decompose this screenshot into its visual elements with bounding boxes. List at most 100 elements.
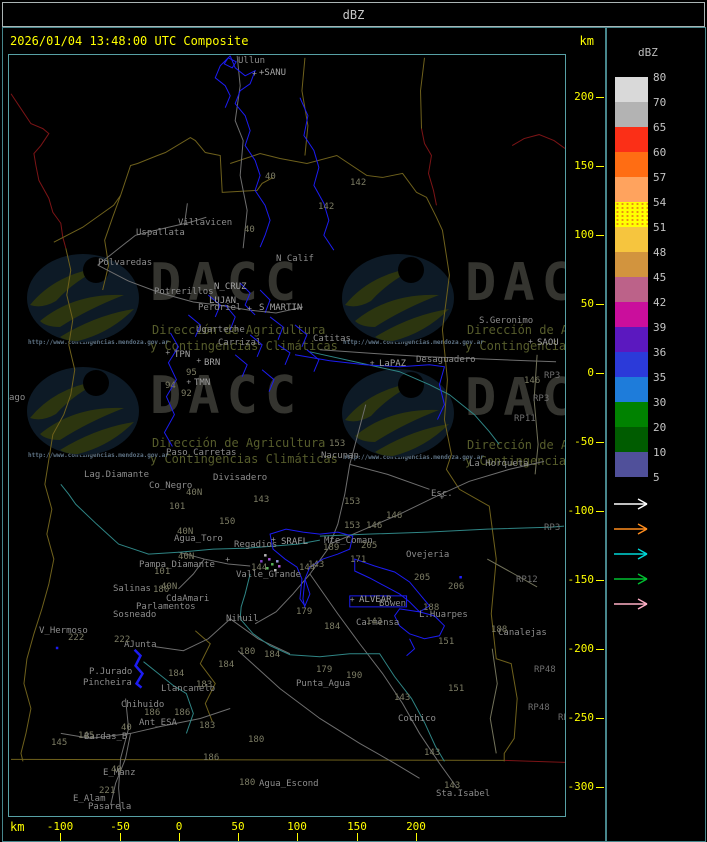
place-label: Valle_Grande — [236, 570, 302, 580]
y-tick-label: -200 — [567, 642, 595, 655]
dbz-scale-cell — [615, 102, 648, 127]
place-label: Divisadero — [213, 473, 268, 483]
place-label: Ullun — [238, 56, 266, 66]
vbcu-arrow-icon — [614, 573, 648, 585]
x-tick-label: 150 — [347, 820, 367, 833]
route-label: 40N — [186, 488, 203, 498]
dbz-scale-label: 80 — [653, 71, 667, 84]
dbz-scale-cell — [615, 302, 648, 327]
dbz-scale-cell — [615, 402, 648, 427]
route-label: 180 — [153, 585, 170, 595]
route-label: 184 — [168, 669, 185, 679]
dbz-scale-cell — [615, 377, 648, 402]
route-label: 150 — [219, 517, 236, 527]
radar-plot[interactable]: DACC Dirección de Agricultura y Contingenc… — [8, 54, 566, 817]
dbz-scale-label: 57 — [653, 171, 667, 184]
place-label: Regadios — [234, 540, 278, 550]
place-label: Uspallata — [136, 228, 185, 238]
place-label: Potrerillos — [154, 287, 214, 297]
route-label: 146 — [386, 511, 403, 521]
route-label: RP12 — [516, 575, 538, 585]
route-label: 144 — [251, 563, 268, 573]
route-label: 145 — [51, 738, 68, 748]
route-label: 221 — [99, 786, 116, 796]
route-label: 184 — [218, 660, 235, 670]
vbcr-arrow-icon — [614, 523, 648, 535]
route-label: 205 — [414, 573, 431, 583]
route-label: 101 — [154, 567, 171, 577]
place-label: Agua_Escond — [259, 779, 319, 789]
place-label: Carrizal — [218, 338, 262, 348]
station-label: BRN — [204, 358, 221, 368]
dbz-scale-label: 51 — [653, 221, 667, 234]
y-tick-label: 100 — [574, 228, 594, 241]
station-label: S_MARTIN — [259, 303, 303, 313]
dbz-scale-label: 70 — [653, 96, 667, 109]
dbz-scale-label: 54 — [653, 196, 667, 209]
route-label: 179 — [296, 607, 313, 617]
dbz-scale-label: 65 — [653, 121, 667, 134]
y-tick-label: 150 — [574, 159, 594, 172]
x-tick-mark — [120, 833, 121, 841]
route-label: 143 — [444, 781, 461, 791]
x-tick-label: -50 — [110, 820, 130, 833]
place-label: Polvaredas — [98, 258, 153, 268]
place-label: Sosneado — [113, 610, 157, 620]
y-tick-label: -50 — [574, 435, 594, 448]
y-tick-mark — [596, 304, 604, 305]
place-label: Paso_Carretas — [166, 448, 237, 458]
dbz-scale-cell — [615, 427, 648, 452]
x-tick-mark — [60, 833, 61, 841]
y-tick-mark — [596, 787, 604, 788]
dbz-scale-label: 48 — [653, 246, 667, 259]
dbz-scale-label: 5 — [653, 471, 660, 484]
y-tick-label: -250 — [567, 711, 595, 724]
vbct-arrow-icon — [614, 548, 648, 560]
place-label: ago — [9, 393, 26, 403]
x-tick-label: -100 — [46, 820, 74, 833]
route-label: 183 — [199, 721, 216, 731]
route-label: 142 — [318, 202, 335, 212]
route-label: 40N — [177, 527, 194, 537]
vector-row: VBCT — [612, 546, 652, 560]
route-label: RP3 — [544, 371, 561, 381]
route-label: 186 — [144, 708, 161, 718]
x-tick-mark — [238, 833, 239, 841]
place-label: Pampa_Diamante — [139, 560, 215, 570]
y-tick-label: -150 — [567, 573, 595, 586]
page-title: dBZ — [342, 7, 365, 22]
place-label: P.Jurado — [89, 667, 133, 677]
y-tick-mark — [596, 580, 604, 581]
dbz-scale-label: 36 — [653, 346, 667, 359]
route-label: 40 — [111, 765, 122, 775]
route-label: 189 — [323, 543, 340, 553]
y-tick-mark — [596, 511, 604, 512]
place-label: Nacunan — [321, 451, 359, 461]
route-label: RP11 — [514, 414, 536, 424]
route-label: 153 — [344, 521, 361, 531]
place-label: Catitas — [313, 334, 351, 344]
y-tick-label: -100 — [567, 504, 595, 517]
route-label: 222 — [68, 633, 85, 643]
place-label: La Horqueta — [469, 459, 529, 469]
dbz-scale-label: 42 — [653, 296, 667, 309]
place-label: Ant_ESA — [139, 718, 177, 728]
dbz-scale-label: 20 — [653, 421, 667, 434]
x-tick-label: 0 — [175, 820, 183, 833]
y-tick-mark — [596, 97, 604, 98]
station-label: +SANU — [259, 68, 287, 78]
route-label: RP3 — [544, 523, 561, 533]
route-label: 40 — [244, 225, 255, 235]
route-label: 143 — [424, 748, 441, 758]
route-label: 188 — [423, 603, 440, 613]
x-tick-mark — [297, 833, 298, 841]
route-label: 180 — [239, 647, 256, 657]
station-label: SAOU — [537, 338, 559, 348]
route-label: 143 — [253, 495, 270, 505]
x-tick-mark — [179, 833, 180, 841]
station-label: N_CRUZ — [214, 282, 247, 292]
dbz-scale-cell — [615, 327, 648, 352]
dbz-scale-label: 60 — [653, 146, 667, 159]
dbz-scale-cell — [615, 277, 648, 302]
route-label: 179 — [316, 665, 333, 675]
